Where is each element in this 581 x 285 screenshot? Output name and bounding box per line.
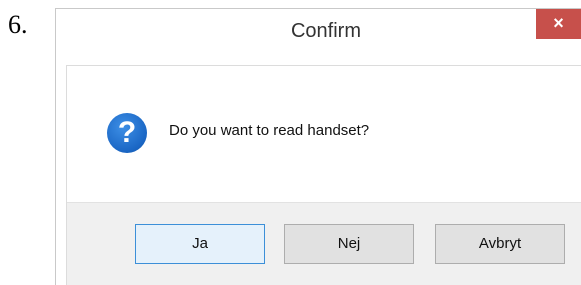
step-number: 6. xyxy=(8,10,28,39)
cancel-button[interactable]: Avbryt xyxy=(435,224,565,264)
close-button[interactable]: × xyxy=(536,9,581,39)
no-button[interactable]: Nej xyxy=(284,224,414,264)
dialog-title: Confirm xyxy=(290,20,361,42)
yes-button[interactable]: Ja xyxy=(135,224,265,264)
dialog-button-bar: Ja Nej Avbryt xyxy=(67,202,581,285)
confirm-dialog: Confirm × ? Do you want to read handset?… xyxy=(55,8,581,285)
dialog-titlebar: Confirm × xyxy=(56,9,581,59)
close-icon: × xyxy=(553,13,564,33)
question-icon: ? xyxy=(107,113,147,153)
dialog-message: Do you want to read handset? xyxy=(169,122,370,139)
dialog-content: ? Do you want to read handset? Ja Nej Av… xyxy=(66,65,581,285)
